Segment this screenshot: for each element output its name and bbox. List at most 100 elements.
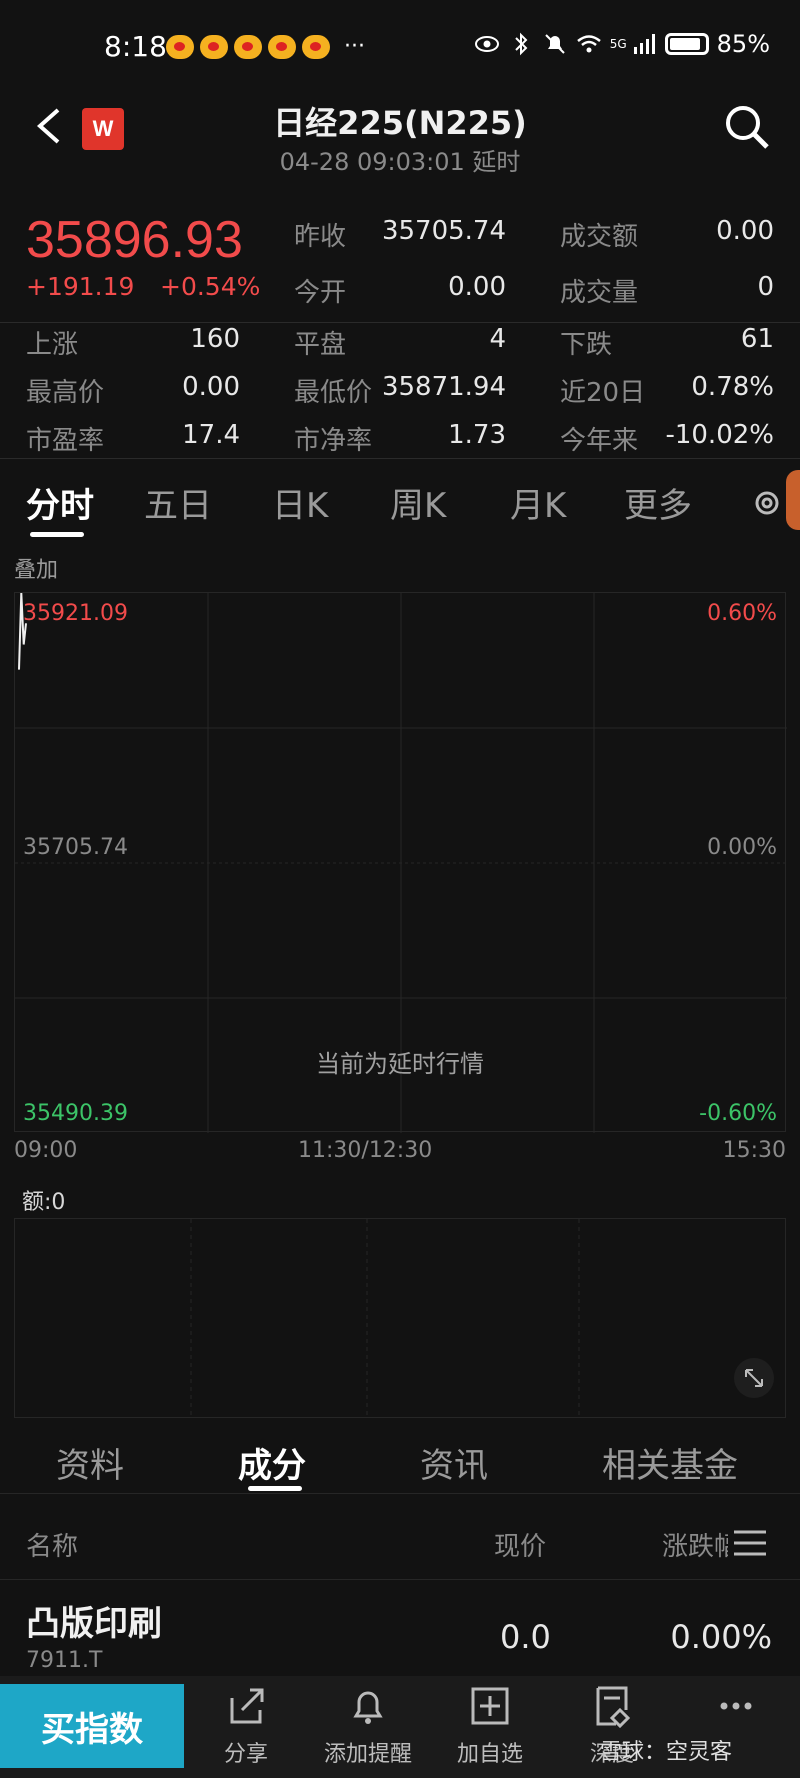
bell-icon	[353, 1691, 383, 1724]
current-price: 35896.93	[26, 211, 243, 269]
y-axis-pct-high: 0.60%	[707, 601, 777, 626]
mute-bell-icon	[545, 34, 565, 54]
weibo-notification-icon	[234, 34, 262, 59]
active-tab-indicator	[248, 1486, 302, 1491]
chart-period-tabs: 分时 五日 日K 周K 月K 更多	[0, 470, 800, 540]
watermark: 雪球：空灵客	[600, 1740, 733, 1765]
stat-label: 今开	[294, 278, 347, 308]
volume-label: 额:0	[22, 1190, 66, 1215]
stat-label: 下跌	[560, 330, 613, 360]
menu-icon[interactable]	[732, 1528, 768, 1558]
weibo-notification-icon	[166, 34, 194, 59]
stat-value: 4	[489, 324, 506, 354]
tab-news[interactable]: 资讯	[420, 1438, 488, 1487]
side-drawer-handle[interactable]	[786, 470, 800, 530]
expand-icon[interactable]	[734, 1358, 774, 1398]
share-label: 分享	[223, 1742, 268, 1767]
add-alert-label: 添加提醒	[323, 1742, 412, 1767]
notification-icons: ···	[166, 34, 365, 59]
add-alert-button[interactable]: 添加提醒	[308, 1684, 428, 1774]
column-header-name[interactable]: 名称	[26, 1526, 78, 1563]
divider	[0, 458, 800, 459]
volume-grid	[190, 1219, 580, 1419]
network-type-label: 5G	[609, 37, 627, 51]
stat-value: 0.78%	[691, 372, 774, 402]
y-axis-label-low: 35490.39	[23, 1101, 128, 1126]
share-icon	[230, 1688, 264, 1724]
delay-notice: 当前为延时行情	[316, 1050, 484, 1078]
add-watchlist-button[interactable]: 加自选	[430, 1684, 550, 1774]
stock-code: 7911.T	[26, 1648, 103, 1673]
tab-constituents[interactable]: 成分	[238, 1438, 306, 1487]
y-axis-pct-low: -0.60%	[699, 1101, 777, 1126]
page-title: 日经225(N225)	[273, 104, 527, 142]
stat-label: 最高价	[26, 378, 105, 408]
weibo-notification-icon	[200, 34, 228, 59]
stat-value: 35705.74	[381, 216, 506, 246]
more-dots-icon	[720, 1702, 752, 1710]
stat-label: 市净率	[294, 426, 373, 456]
nav-header: W 日经225(N225) 04-28 09:03:01 延时	[0, 96, 800, 180]
tab-weekly-k[interactable]: 周K	[390, 478, 446, 527]
stat-label: 市盈率	[26, 426, 105, 456]
stat-value: 0.00	[716, 216, 774, 246]
info-tabs: 资料 成分 资讯 相关基金	[0, 1428, 800, 1494]
stat-value: 17.4	[182, 420, 240, 450]
tab-monthly-k[interactable]: 月K	[510, 478, 566, 527]
eye-icon	[474, 36, 499, 52]
tab-profile[interactable]: 资料	[56, 1438, 124, 1487]
stat-label: 成交额	[560, 222, 639, 252]
table-header: 名称 现价 涨跌幅	[0, 1510, 800, 1580]
status-bar: 8:18 ··· 5G 85%	[0, 0, 800, 96]
divider	[0, 322, 800, 323]
status-time: 8:18	[104, 30, 167, 63]
y-axis-label-high: 35921.09	[23, 601, 128, 626]
buy-index-button[interactable]: 买指数	[0, 1684, 184, 1768]
status-right: 5G 85%	[474, 30, 770, 58]
gear-icon[interactable]	[752, 488, 782, 518]
wifi-icon	[576, 35, 601, 53]
stat-value: 0.00	[448, 272, 506, 302]
stat-value: 0	[757, 272, 774, 302]
add-watchlist-label: 加自选	[456, 1742, 523, 1767]
column-header-price[interactable]: 现价	[494, 1526, 546, 1563]
weibo-notification-icon	[302, 34, 330, 59]
share-button[interactable]: 分享	[186, 1684, 306, 1774]
table-row[interactable]: 凸版印刷 7911.T 0.0 0.00%	[0, 1584, 800, 1684]
stat-label: 近20日	[560, 378, 646, 408]
x-axis-label-start: 09:00	[14, 1138, 78, 1163]
bluetooth-icon	[515, 32, 528, 56]
battery-icon	[664, 33, 709, 55]
volume-chart[interactable]	[14, 1218, 786, 1419]
stock-price: 0.0	[500, 1618, 551, 1656]
y-axis-label-ref: 35705.74	[23, 835, 128, 860]
y-axis-pct-ref: 0.00%	[707, 835, 777, 860]
active-tab-indicator	[30, 532, 84, 537]
tab-more[interactable]: 更多	[624, 478, 692, 527]
search-icon[interactable]	[722, 102, 772, 152]
tab-intraday[interactable]: 分时	[26, 478, 94, 527]
stat-label: 成交量	[560, 278, 639, 308]
price-change: +191.19	[26, 272, 135, 301]
stat-value: 1.73	[448, 420, 506, 450]
stat-value: 160	[190, 324, 240, 354]
stock-name: 凸版印刷	[26, 1604, 162, 1644]
stat-label: 平盘	[294, 330, 347, 360]
signal-icon	[633, 34, 655, 54]
stat-label: 最低价	[294, 378, 373, 408]
document-icon	[596, 1686, 631, 1728]
stat-label: 上涨	[26, 330, 79, 360]
x-axis-label-mid: 11:30/12:30	[298, 1138, 433, 1163]
battery-percent: 85%	[716, 30, 770, 58]
column-header-change[interactable]: 涨跌幅	[662, 1526, 728, 1563]
tab-daily-k[interactable]: 日K	[272, 478, 328, 527]
page-subtitle: 04-28 09:03:01 延时	[279, 148, 521, 176]
plus-box-icon	[471, 1687, 509, 1725]
tab-related-funds[interactable]: 相关基金	[602, 1438, 738, 1487]
overlay-toggle[interactable]: 叠加	[14, 552, 58, 584]
stat-value: -10.02%	[665, 420, 774, 450]
stat-value: 35871.94	[381, 372, 506, 402]
tab-five-day[interactable]: 五日	[144, 478, 212, 527]
stock-change: 0.00%	[670, 1618, 772, 1656]
price-change-percent: +0.54%	[160, 272, 261, 301]
